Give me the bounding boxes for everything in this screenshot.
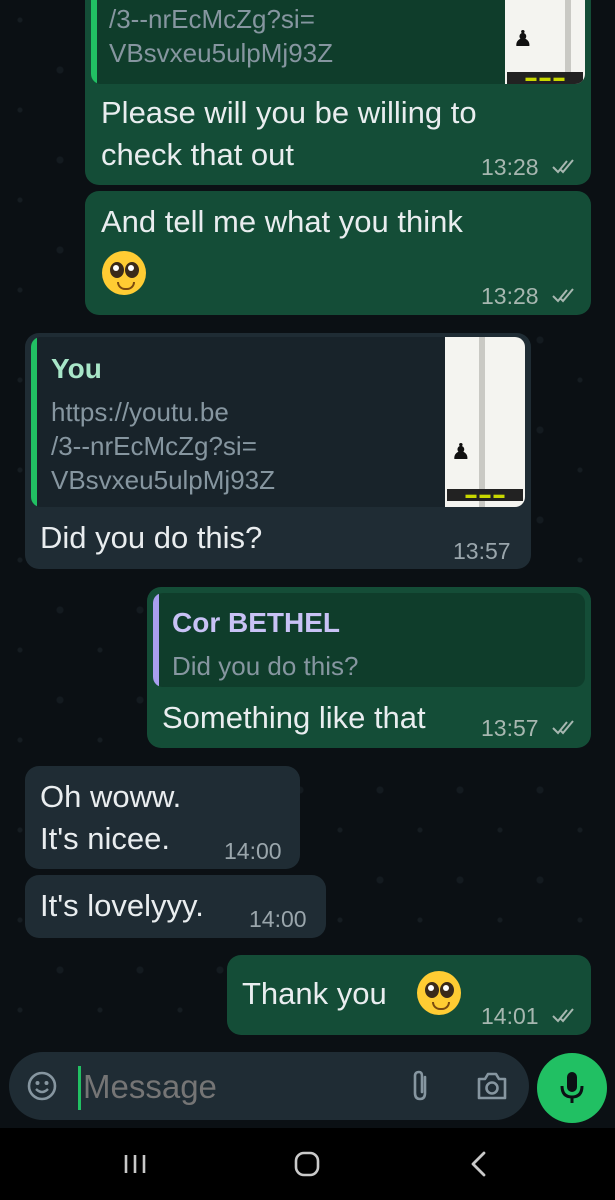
thumbnail-caption: ▬ ▬ ▬	[447, 489, 523, 501]
incoming-message[interactable]: You https://youtu.be /3--nrEcMcZg?si= VB…	[25, 333, 531, 569]
microphone-icon	[560, 1072, 584, 1103]
quote-author: You	[51, 353, 102, 384]
pleading-face-emoji-icon	[417, 971, 461, 1015]
message-time: 14:01	[481, 1003, 539, 1029]
outgoing-message[interactable]: /3--nrEcMcZg?si= VBsvxeu5ulpMj93Z ♟ ▬ ▬ …	[85, 0, 591, 185]
video-thumbnail: ♟ ▬ ▬ ▬	[505, 0, 585, 84]
message-time: 13:57	[481, 715, 539, 741]
message-text: And tell me what you think	[101, 204, 463, 239]
video-thumbnail: ♟ ▬ ▬ ▬	[445, 337, 525, 507]
message-time: 13:57	[453, 538, 511, 564]
outgoing-message[interactable]: Thank you 14:01	[227, 955, 591, 1035]
system-navigation-bar	[0, 1128, 615, 1200]
quote-author: Cor BETHEL	[172, 607, 340, 638]
message-text: Did you do this?	[40, 520, 263, 555]
chat-area[interactable]: /3--nrEcMcZg?si= VBsvxeu5ulpMj93Z ♟ ▬ ▬ …	[0, 0, 615, 1050]
message-text: Something like that	[162, 700, 426, 735]
quote-bar	[31, 337, 37, 507]
message-input[interactable]	[81, 1062, 385, 1112]
double-check-icon	[552, 159, 574, 174]
quote-text: Did you do this?	[172, 651, 359, 681]
camera-icon[interactable]	[475, 1071, 509, 1101]
double-check-icon	[552, 720, 574, 735]
message-text: Oh woww. It's nicee.	[40, 779, 182, 856]
back-icon[interactable]	[467, 1150, 491, 1178]
home-icon[interactable]	[293, 1150, 321, 1178]
emoji-icon[interactable]	[26, 1070, 58, 1102]
quote-link-text: /3--nrEcMcZg?si= VBsvxeu5ulpMj93Z	[109, 4, 333, 68]
voice-record-button[interactable]	[537, 1053, 607, 1123]
quote-bar	[153, 593, 159, 687]
recents-icon[interactable]	[122, 1152, 148, 1176]
quote-bar	[91, 0, 97, 84]
thumbnail-caption: ▬ ▬ ▬	[507, 72, 583, 84]
quote-link-text: https://youtu.be /3--nrEcMcZg?si= VBsvxe…	[51, 397, 275, 495]
outgoing-message[interactable]: And tell me what you think 13:28	[85, 191, 591, 315]
outgoing-message[interactable]: Cor BETHEL Did you do this? Something li…	[147, 587, 591, 748]
message-text: Please will you be willing to check that…	[101, 95, 477, 172]
quoted-reply[interactable]: You https://youtu.be /3--nrEcMcZg?si= VB…	[31, 337, 525, 507]
incoming-message[interactable]: It's lovelyyy. 14:00	[25, 875, 326, 938]
thumbnail-figure: ♟	[451, 439, 471, 464]
pleading-face-emoji-icon	[102, 251, 146, 295]
double-check-icon	[552, 288, 574, 303]
message-time: 14:00	[249, 906, 307, 932]
paperclip-icon[interactable]	[407, 1069, 435, 1103]
incoming-message[interactable]: Oh woww. It's nicee. 14:00	[25, 766, 300, 869]
message-time: 13:28	[481, 154, 539, 180]
thumbnail-strip	[479, 337, 485, 507]
message-time: 14:00	[224, 838, 282, 864]
quoted-reply[interactable]: Cor BETHEL Did you do this?	[153, 593, 585, 687]
double-check-icon	[552, 1008, 574, 1023]
link-preview-quote[interactable]: /3--nrEcMcZg?si= VBsvxeu5ulpMj93Z ♟ ▬ ▬ …	[91, 0, 585, 84]
thumbnail-figure: ♟	[513, 26, 533, 51]
message-time: 13:28	[481, 283, 539, 309]
message-text: It's lovelyyy.	[40, 888, 204, 923]
message-text: Thank you	[242, 976, 387, 1011]
message-composer[interactable]	[9, 1052, 529, 1120]
